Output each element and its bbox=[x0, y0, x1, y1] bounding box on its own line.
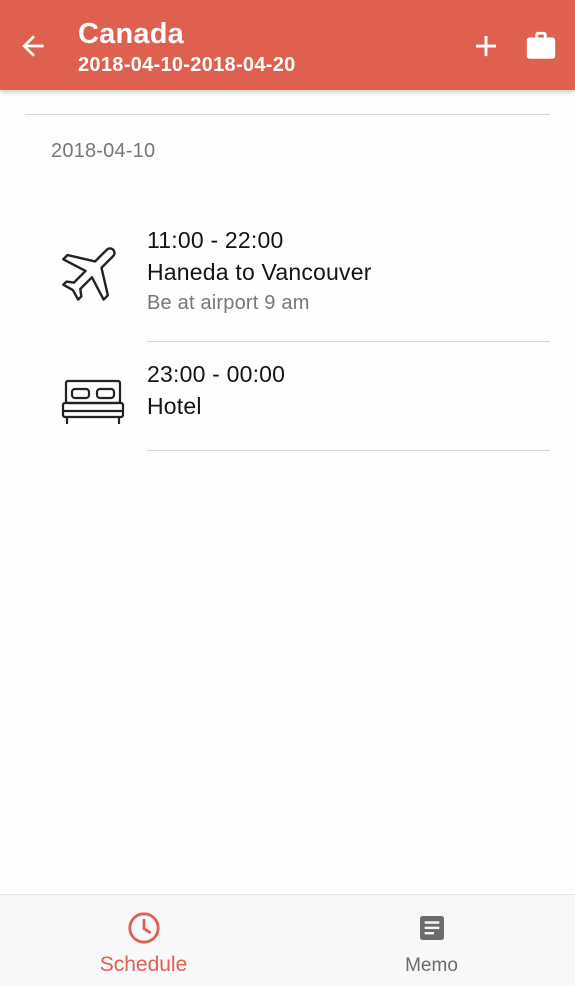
event-time: 11:00 - 22:00 bbox=[147, 227, 284, 253]
nav-memo-label: Memo bbox=[405, 955, 458, 976]
trip-title: Canada bbox=[78, 18, 184, 50]
event-text: 23:00 - 00:00 Hotel bbox=[147, 359, 285, 423]
bottom-navigation: Schedule Memo bbox=[0, 894, 575, 986]
title-block: Canada 2018-04-10-2018-04-20 bbox=[78, 17, 296, 77]
clock-icon bbox=[127, 911, 161, 945]
event-note: Be at airport 9 am bbox=[147, 292, 310, 314]
event-item[interactable]: 23:00 - 00:00 Hotel bbox=[0, 343, 575, 451]
nav-memo[interactable]: Memo bbox=[288, 895, 575, 986]
memo-icon bbox=[415, 911, 449, 945]
event-time: 23:00 - 00:00 bbox=[147, 361, 286, 387]
nav-schedule-label: Schedule bbox=[99, 953, 188, 976]
date-header: 2018-04-10 bbox=[51, 140, 156, 162]
plus-icon bbox=[475, 35, 497, 57]
add-button[interactable] bbox=[466, 26, 506, 66]
trips-button[interactable] bbox=[520, 26, 562, 66]
event-divider bbox=[147, 450, 550, 451]
arrow-left-icon bbox=[22, 35, 44, 57]
trip-date-range: 2018-04-10-2018-04-20 bbox=[78, 54, 296, 76]
event-title: Haneda to Vancouver bbox=[147, 259, 372, 285]
top-divider bbox=[25, 114, 550, 115]
bed-icon bbox=[55, 363, 131, 439]
back-button[interactable] bbox=[14, 27, 52, 65]
event-text: 11:00 - 22:00 Haneda to Vancouver Be at … bbox=[147, 225, 372, 317]
briefcase-icon bbox=[526, 31, 556, 59]
event-item[interactable]: 11:00 - 22:00 Haneda to Vancouver Be at … bbox=[0, 220, 575, 342]
nav-schedule[interactable]: Schedule bbox=[0, 895, 287, 986]
trip-schedule-screen: Canada 2018-04-10-2018-04-20 2018-04-10 … bbox=[0, 0, 575, 986]
event-title: Hotel bbox=[147, 393, 202, 419]
app-bar: Canada 2018-04-10-2018-04-20 bbox=[0, 0, 575, 90]
event-divider bbox=[147, 341, 550, 342]
airplane-icon bbox=[55, 234, 131, 310]
